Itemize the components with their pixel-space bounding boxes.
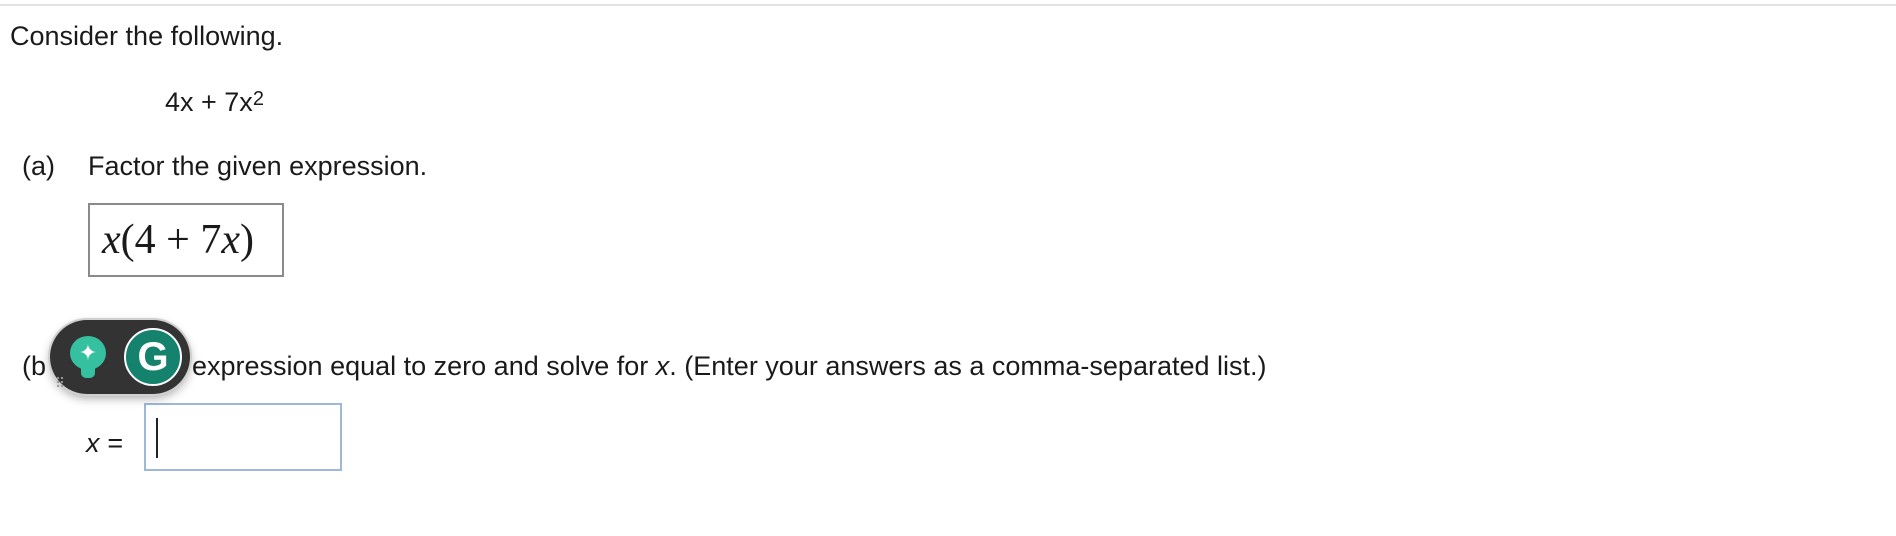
part-b-text: expression equal to zero and solve for [192,351,656,381]
part-a-prompt: Factor the given expression. [88,151,428,181]
grammarly-g-icon[interactable]: G [124,328,182,386]
part-a-answer-box[interactable]: x(4 + 7x) [88,203,284,277]
answer-var: x [221,217,240,263]
text-cursor [156,418,158,458]
x-answer-input[interactable] [144,403,342,471]
answer-prefix: x = [86,428,123,458]
part-b-instructions: . (Enter your answers as a comma-separat… [669,351,1267,381]
part-b-prompt: expression equal to zero and solve for x… [192,350,1267,382]
answer-paren-open: ( [120,217,135,263]
top-divider [0,4,1896,6]
question-intro: Consider the following. [10,21,284,51]
given-expression: 4x + 7x2 [165,86,264,121]
sparkle-icon: ✦ [78,340,98,365]
drag-handle-icon[interactable] [56,376,64,388]
part-b-label: (b [22,351,47,381]
expression-exponent: 2 [252,88,264,110]
answer-paren-close: ) [240,217,254,263]
part-b-var: x [655,351,670,381]
answer-pre: x [102,217,121,263]
expression-base: 4x + 7x [165,87,253,117]
grammarly-widget[interactable]: ✦ G [50,320,190,394]
answer-body: 4 + 7 [134,217,222,263]
part-a-label: (a) [22,151,55,181]
